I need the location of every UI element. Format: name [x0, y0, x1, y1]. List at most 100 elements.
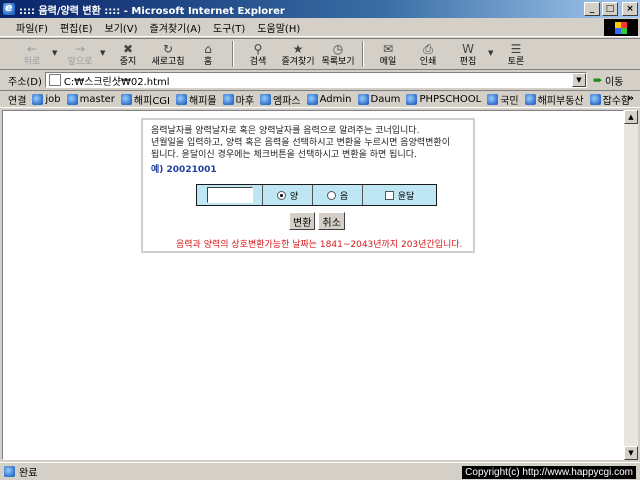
ie-page-icon [3, 1, 15, 15]
ie-link-icon [176, 93, 188, 105]
back-arrow-icon: ← [26, 42, 38, 56]
address-dropdown-icon[interactable]: ▼ [571, 73, 586, 87]
lunar-option[interactable]: 음 [313, 185, 363, 205]
link-label: PHPSCHOOL [419, 93, 482, 105]
forward-arrow-icon: → [74, 42, 86, 56]
refresh-label: 새로고침 [151, 57, 185, 67]
solar-radio[interactable] [276, 190, 286, 200]
page-viewport: 음력날자를 양력날자로 혹은 양력날자를 음력으로 알려주는 코너입니다. 년월… [2, 110, 624, 460]
title-bar: :::: 음력/양력 변환 :::: - Microsoft Internet … [0, 0, 640, 18]
home-icon: ⌂ [204, 42, 212, 56]
address-input[interactable]: C:₩스크린샷₩02.html ▼ [44, 72, 587, 88]
lunar-radio[interactable] [326, 190, 336, 200]
link-job[interactable]: job [32, 93, 61, 105]
address-bar: 주소(D) C:₩스크린샷₩02.html ▼ ➨ 이동 [0, 71, 640, 89]
mail-label: 메일 [379, 57, 397, 67]
address-value: C:₩스크린샷₩02.html [63, 76, 170, 88]
stop-label: 중지 [119, 57, 137, 67]
mail-button[interactable]: ✉ 메일 [368, 39, 408, 70]
print-button[interactable]: ⎙ 인쇄 [408, 39, 448, 70]
history-label: 목록보기 [321, 57, 355, 67]
favorites-label: 즐겨찾기 [281, 57, 315, 67]
discuss-label: 토론 [507, 57, 525, 67]
link-label: Admin [319, 93, 352, 105]
discuss-button[interactable]: ☰ 토론 [496, 39, 536, 70]
link-happy-realestate[interactable]: 해피부동산 [524, 92, 584, 107]
refresh-icon: ↻ [162, 42, 174, 56]
back-dropdown-icon[interactable]: ▼ [52, 39, 60, 57]
link-mahu[interactable]: 마후 [222, 92, 254, 107]
status-text: 완료 [19, 468, 38, 479]
window-title: :::: 음력/양력 변환 :::: - Microsoft Internet … [19, 5, 285, 17]
toolbar-separator [362, 41, 364, 67]
search-button[interactable]: ⚲ 검색 [238, 39, 278, 70]
link-label: 국민 [500, 95, 519, 107]
ie-link-icon [66, 93, 78, 105]
leap-option[interactable]: 윤달 [363, 185, 436, 205]
lunar-label: 음 [339, 191, 349, 202]
link-happymall[interactable]: 해피몰 [176, 92, 217, 107]
link-empas[interactable]: 엠파스 [260, 92, 301, 107]
menu-tools[interactable]: 도구(T) [207, 20, 251, 35]
ie-link-icon [589, 93, 601, 105]
close-button[interactable]: × [622, 2, 638, 16]
menu-help[interactable]: 도움말(H) [251, 20, 306, 35]
toolbar-separator [232, 41, 234, 67]
links-more-chevron-icon[interactable]: » [628, 93, 634, 104]
link-phpschool[interactable]: PHPSCHOOL [406, 93, 482, 105]
go-button[interactable]: ➨ 이동 [593, 73, 623, 88]
link-master[interactable]: master [66, 93, 115, 105]
menu-edit[interactable]: 편집(E) [54, 20, 99, 35]
forward-dropdown-icon[interactable]: ▼ [100, 39, 108, 57]
menu-favorites[interactable]: 즐겨찾기(A) [144, 20, 207, 35]
vertical-scrollbar[interactable]: ▲ ▼ [624, 110, 638, 460]
maximize-button[interactable]: □ [602, 2, 618, 16]
link-happycgi[interactable]: 해피CGI [120, 92, 171, 107]
converter-form-row: 양 음 윤달 [196, 184, 437, 206]
solar-option[interactable]: 양 [263, 185, 313, 205]
link-kookmin[interactable]: 국민 [487, 92, 519, 107]
refresh-button[interactable]: ↻ 새로고침 [148, 39, 188, 70]
ie-link-icon [120, 93, 132, 105]
home-label: 홈 [203, 57, 213, 67]
back-button[interactable]: ← 뒤로 [12, 39, 52, 70]
converter-panel: 음력날자를 양력날자로 혹은 양력날자를 음력으로 알려주는 코너입니다. 년월… [141, 118, 475, 253]
link-daum[interactable]: Daum [357, 93, 400, 105]
minimize-button[interactable]: _ [584, 2, 600, 16]
link-jabsuham[interactable]: 잡수함 [589, 92, 630, 107]
home-button[interactable]: ⌂ 홈 [188, 39, 228, 70]
printer-icon: ⎙ [423, 41, 433, 56]
back-label: 뒤로 [23, 57, 41, 67]
ie-status-icon [4, 466, 15, 477]
menu-view[interactable]: 보기(V) [99, 20, 144, 35]
leap-month-checkbox[interactable] [384, 190, 394, 200]
edit-button[interactable]: W 편집 [448, 39, 488, 70]
address-label: 주소(D) [8, 76, 42, 88]
ie-link-icon [222, 93, 234, 105]
stop-button[interactable]: ✖ 중지 [108, 39, 148, 70]
link-label: 엠파스 [273, 95, 301, 107]
link-label: 해피CGI [133, 95, 171, 107]
date-input[interactable] [206, 187, 253, 203]
link-admin[interactable]: Admin [306, 93, 352, 105]
date-cell [197, 185, 263, 205]
cancel-button[interactable]: 취소 [318, 212, 345, 230]
history-button[interactable]: ◷ 목록보기 [318, 39, 358, 70]
edit-dropdown-icon[interactable]: ▼ [488, 39, 496, 57]
forward-button[interactable]: → 앞으로 [60, 39, 100, 70]
copyright-banner: Copyright(c) http://www.happycgi.com [462, 466, 636, 479]
links-label: 연결 [8, 95, 27, 107]
standard-toolbar: ← 뒤로 ▼ → 앞으로 ▼ ✖ 중지 ↻ 새로고침 ⌂ 홈 ⚲ 검색 ★ 즐겨… [0, 38, 640, 70]
leap-label: 윤달 [397, 191, 415, 202]
scroll-down-arrow-icon[interactable]: ▼ [624, 446, 638, 460]
ie-link-icon [32, 93, 44, 105]
convert-button[interactable]: 변환 [289, 212, 316, 230]
window-controls: _ □ × [584, 2, 638, 16]
ie-link-icon [306, 93, 318, 105]
page-icon [48, 74, 61, 86]
scroll-up-arrow-icon[interactable]: ▲ [624, 110, 638, 124]
ie-link-icon [524, 93, 536, 105]
favorites-button[interactable]: ★ 즐겨찾기 [278, 39, 318, 70]
ie-link-icon [260, 93, 272, 105]
menu-file[interactable]: 파일(F) [10, 20, 54, 35]
